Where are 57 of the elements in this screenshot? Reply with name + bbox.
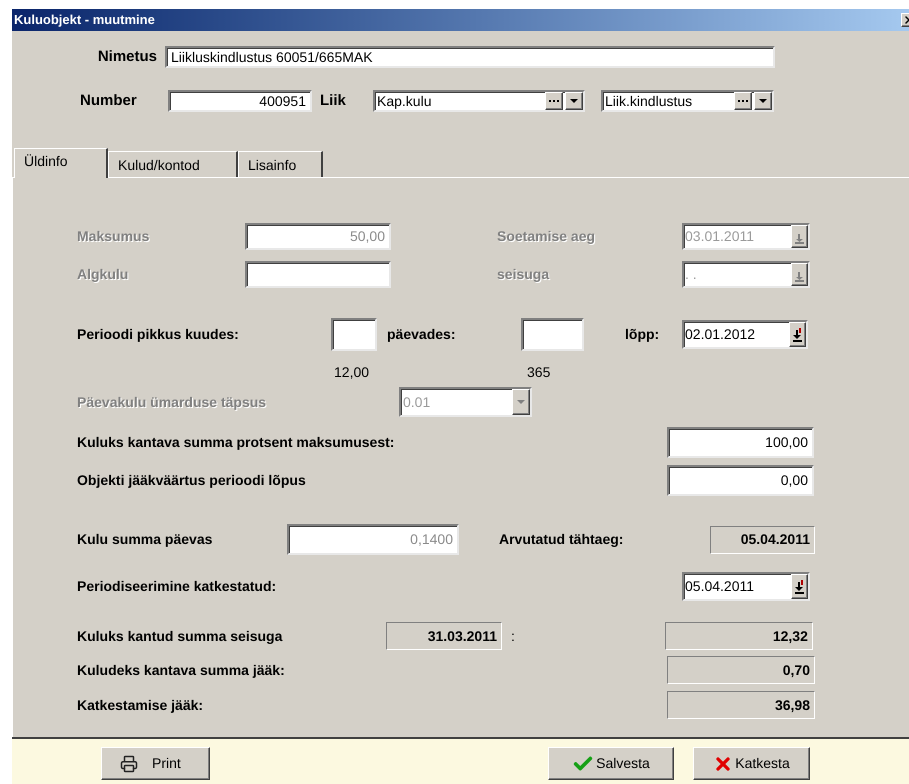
input-field[interactable] [521, 318, 584, 351]
caret-icon [759, 99, 767, 103]
tab[interactable]: Lisainfo [238, 151, 323, 177]
subtype-combo[interactable]: Liik.kindlustus [601, 90, 774, 112]
field-label: seisuga [497, 265, 550, 284]
input-field[interactable] [331, 318, 377, 351]
field-label: Kuluks kantava summa protsent maksumusest: [77, 433, 396, 452]
name-field[interactable]: Liikluskindlustus 60051/665MAK [165, 46, 775, 68]
printer-icon [120, 754, 138, 772]
date-display: 31.03.2011 [386, 622, 502, 650]
tab[interactable]: Üldinfo [14, 148, 108, 178]
input-field[interactable]: 100,00 [667, 427, 814, 458]
field-label: Liik [320, 90, 347, 111]
value-display: 05.04.2011 [710, 526, 815, 554]
field-label: Katkestamise jääk: [77, 696, 204, 715]
tab[interactable]: Kulud/kontod [108, 151, 238, 177]
field-label: Kulu summa päevas [77, 530, 214, 549]
browse-button[interactable] [545, 92, 563, 110]
field-label: Perioodi pikkus kuudes: [77, 325, 240, 344]
field-label: Number [79, 90, 138, 111]
dropdown-button[interactable] [754, 92, 772, 110]
date-picker-button[interactable] [789, 322, 806, 347]
print-button[interactable]: Print [101, 747, 210, 780]
field-label: Nimetus [96, 46, 158, 67]
date-field[interactable]: 02.01.2012 [682, 320, 808, 349]
save-button[interactable]: Salvesta [548, 747, 674, 780]
caret-icon [570, 99, 578, 103]
field-label: Periodiseerimine katkestatud: [77, 577, 278, 596]
cancel-button[interactable]: Katkesta [693, 747, 810, 780]
field-label: Soetamise aeg [497, 227, 596, 246]
value-display: 12,32 [664, 622, 813, 650]
browse-button[interactable] [734, 92, 752, 110]
calendar-arrow-icon [792, 328, 802, 342]
field-label: Kuludeks kantava summa jääk: [77, 660, 286, 680]
date-picker-button[interactable] [791, 574, 808, 599]
field-label: Päevakulu ümarduse täpsus [77, 392, 268, 412]
days-value: 365 [527, 362, 550, 382]
field-label: Kuluks kantud summa seisuga [77, 626, 284, 646]
calendar-arrow-icon [794, 580, 804, 594]
months-value: 12,00 [334, 364, 370, 380]
field-label: lõpp: [625, 325, 660, 344]
input-field[interactable]: 0,00 [667, 465, 814, 496]
colon: : [511, 626, 515, 646]
value-display: 0,70 [667, 656, 815, 684]
number-field[interactable]: 400951 [168, 90, 312, 112]
input-field[interactable] [245, 261, 391, 288]
window-title: Kuluobjekt - muutmine [14, 11, 155, 30]
field-label: Arvutatud tähtaeg: [499, 530, 624, 549]
dropdown-button[interactable] [565, 92, 583, 110]
field-label: Algkulu [77, 265, 130, 284]
value-display: 36,98 [667, 691, 815, 719]
caret-icon [517, 400, 525, 404]
field-label: Objekti jääkväärtus perioodi lõpus [77, 471, 307, 490]
field-label: Maksumus [77, 227, 150, 246]
date-field[interactable]: 05.04.2011 [682, 572, 810, 601]
type-combo[interactable]: Kap.kulu [373, 90, 585, 112]
field-label: päevades: [387, 325, 456, 344]
